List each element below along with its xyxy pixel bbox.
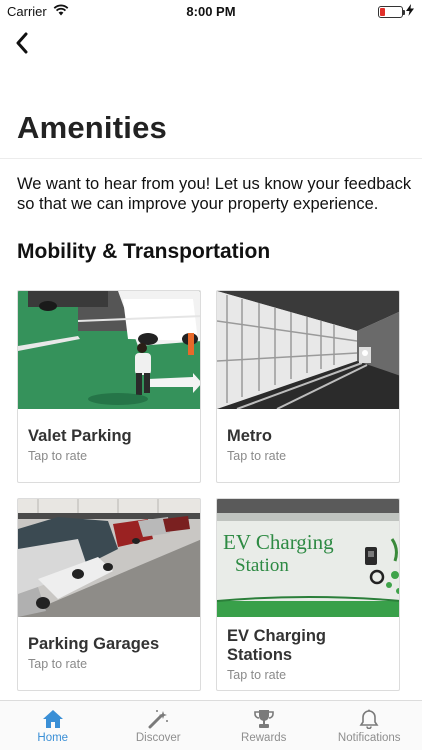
tab-label: Home	[37, 732, 69, 744]
section-title: Mobility & Transportation	[17, 240, 271, 263]
ev-charging-image: EV Charging Station	[217, 499, 399, 617]
tab-label: Notifications	[337, 732, 401, 744]
card-subtitle: Tap to rate	[28, 657, 88, 671]
tab-rewards[interactable]: Rewards	[211, 701, 317, 750]
metro-image	[217, 291, 399, 409]
bell-icon	[359, 709, 379, 729]
back-button[interactable]	[6, 28, 38, 58]
charging-icon	[406, 4, 414, 19]
card-metro[interactable]: Metro Tap to rate	[216, 290, 400, 483]
tab-notifications[interactable]: Notifications	[317, 701, 422, 750]
status-right	[378, 4, 414, 19]
ev-sign-line-1: EV Charging	[223, 530, 334, 554]
card-title: Valet Parking	[28, 427, 132, 445]
page-title: Amenities	[17, 110, 167, 145]
valet-parking-image	[18, 291, 200, 409]
tab-bar: Home Discover Rewards Notifications	[0, 700, 422, 750]
card-valet-parking[interactable]: Valet Parking Tap to rate	[17, 290, 201, 483]
home-icon	[42, 710, 63, 728]
card-title: EV Charging Stations	[227, 627, 327, 664]
trophy-icon	[253, 710, 274, 728]
battery-icon	[378, 5, 405, 18]
card-title: Parking Garages	[28, 635, 160, 653]
card-subtitle: Tap to rate	[227, 449, 287, 463]
tab-discover[interactable]: Discover	[106, 701, 212, 750]
tab-home[interactable]: Home	[0, 701, 106, 750]
intro-text: We want to hear from you! Let us know yo…	[17, 175, 412, 213]
status-bar: Carrier 8:00 PM	[0, 0, 422, 22]
status-time: 8:00 PM	[186, 4, 236, 19]
divider	[0, 158, 422, 159]
tab-label: Discover	[135, 732, 181, 744]
card-ev-charging[interactable]: EV Charging Station EV Charging Stations…	[216, 498, 400, 691]
tab-label: Rewards	[241, 732, 287, 744]
card-subtitle: Tap to rate	[28, 449, 88, 463]
magic-wand-icon	[148, 710, 169, 729]
ev-sign-line-2: Station	[235, 555, 289, 576]
card-subtitle: Tap to rate	[227, 668, 287, 682]
parking-garages-image	[18, 499, 200, 617]
card-parking-garages[interactable]: Parking Garages Tap to rate	[17, 498, 201, 691]
card-title: Metro	[227, 427, 272, 445]
chevron-left-icon	[16, 32, 28, 54]
